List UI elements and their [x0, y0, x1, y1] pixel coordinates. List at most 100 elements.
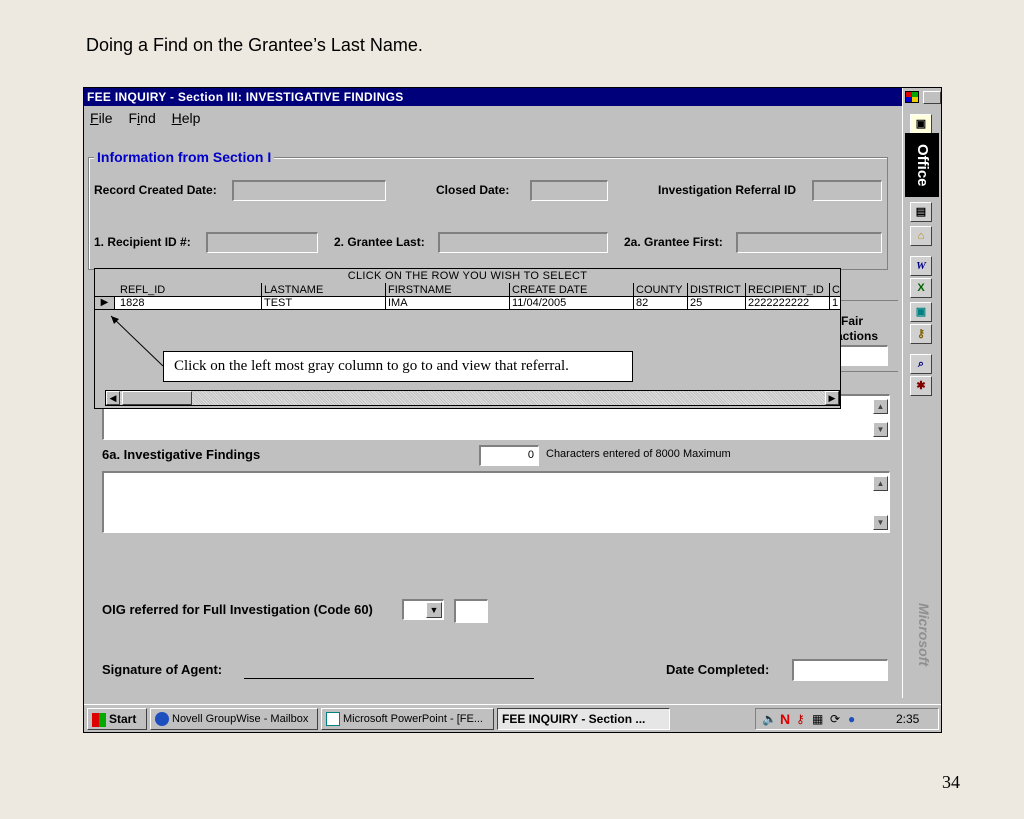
actions-partial-label: actions: [836, 329, 879, 343]
recipient-id-field[interactable]: [206, 232, 318, 253]
grantee-first-field[interactable]: [736, 232, 882, 253]
group-divider: [841, 300, 898, 301]
grantee-last-field[interactable]: [438, 232, 608, 253]
callout-note: Click on the left most gray column to go…: [163, 351, 633, 382]
speaker-icon[interactable]: 🔈: [762, 709, 777, 729]
app-screen: FEE INQUIRY - Section III: INVESTIGATIVE…: [83, 87, 942, 733]
grantee-last-label: 2. Grantee Last:: [334, 235, 425, 249]
microsoft-brand-label: Microsoft: [916, 603, 932, 666]
menu-help[interactable]: Help: [172, 110, 201, 126]
fair-actions-field[interactable]: [834, 345, 888, 366]
char-count: 0: [527, 449, 534, 461]
fair-partial-label: Fair: [841, 314, 864, 328]
grid-divider: [829, 283, 830, 310]
bar-options-icon[interactable]: [923, 91, 941, 104]
findings-textarea[interactable]: ▲ ▼: [102, 471, 890, 533]
new-document-icon[interactable]: ▤: [910, 202, 932, 222]
oig-code-field[interactable]: [454, 599, 488, 623]
cell-c: 1: [832, 297, 839, 309]
slide-title: Doing a Find on the Grantee’s Last Name.: [86, 35, 423, 55]
clock[interactable]: 2:35 PM: [896, 709, 938, 732]
menu-file[interactable]: File: [90, 110, 113, 126]
key-icon[interactable]: ⚷: [910, 324, 932, 344]
recipient-id-label: 1. Recipient ID #:: [94, 235, 191, 249]
oig-dropdown[interactable]: ▼: [402, 599, 444, 620]
referral-id-label: Investigation Referral ID: [658, 183, 797, 197]
novell-icon[interactable]: N: [780, 709, 790, 729]
grid-header-lastname: LASTNAME: [264, 284, 324, 296]
grid-divider: [633, 283, 634, 310]
char-count-field: 0: [479, 445, 539, 466]
office-bar-icon[interactable]: ▣: [910, 114, 932, 134]
task-fee-inquiry[interactable]: FEE INQUIRY - Section ...: [497, 708, 670, 730]
grid-horizontal-scrollbar[interactable]: ◀ ▶: [105, 390, 840, 406]
cell-create-date: 11/04/2005: [512, 297, 567, 309]
grid-header-create-date: CREATE DATE: [512, 284, 588, 296]
closed-date-label: Closed Date:: [436, 183, 510, 197]
signature-label: Signature of Agent:: [102, 662, 223, 677]
signature-line[interactable]: [244, 678, 534, 679]
word-icon[interactable]: W: [910, 256, 932, 276]
callout-arrow-icon: [110, 315, 164, 367]
group-divider-2: [841, 371, 898, 372]
tools-icon[interactable]: ✱: [910, 376, 932, 396]
system-tray: 🔈 N ⚷ ▦ ⟳ ● 2:35 PM: [755, 708, 939, 730]
task-powerpoint[interactable]: Microsoft PowerPoint - [FE...: [321, 708, 494, 730]
security-key-icon[interactable]: ⚷: [796, 709, 805, 729]
closed-date-field[interactable]: [530, 180, 608, 201]
task-label: Novell GroupWise - Mailbox: [172, 713, 309, 725]
sync-icon[interactable]: ⟳: [830, 709, 840, 729]
scroll-thumb[interactable]: [122, 391, 192, 405]
grantee-first-label: 2a. Grantee First:: [624, 235, 723, 249]
grid-caption: CLICK ON THE ROW YOU WISH TO SELECT: [347, 270, 588, 282]
record-created-field[interactable]: [232, 180, 386, 201]
open-folder-icon[interactable]: ⌂: [910, 226, 932, 246]
referral-id-field[interactable]: [812, 180, 882, 201]
globe-icon[interactable]: ●: [848, 709, 855, 729]
row-selector-arrow-icon[interactable]: ▶: [95, 297, 115, 309]
office-logo-icon: [905, 91, 919, 103]
network-icon[interactable]: ▦: [812, 709, 823, 729]
windows-logo-icon: [92, 712, 106, 727]
cell-recipient-id: 2222222222: [748, 297, 810, 309]
grid-divider: [745, 283, 746, 310]
record-created-label: Record Created Date:: [94, 183, 217, 197]
grid-divider: [509, 283, 510, 310]
chevron-down-icon[interactable]: ▼: [426, 602, 442, 618]
cell-county: 82: [636, 297, 649, 309]
char-limit-note: Characters entered of 8000 Maximum: [546, 448, 731, 460]
scroll-up-icon[interactable]: ▲: [873, 476, 888, 491]
oig-label: OIG referred for Full Investigation (Cod…: [102, 602, 373, 617]
scroll-left-icon[interactable]: ◀: [106, 391, 120, 405]
table-row[interactable]: ▶ 1828 TEST IMA 11/04/2005 82 25 2222222…: [95, 296, 840, 310]
date-completed-label: Date Completed:: [666, 662, 770, 677]
grid-divider: [261, 283, 262, 310]
grid-header-recipient-id: RECIPIENT_ID: [748, 284, 824, 296]
grid-divider: [114, 296, 115, 310]
scroll-down-icon[interactable]: ▼: [873, 422, 888, 437]
grid-header-district: DISTRICT: [690, 284, 741, 296]
find-icon[interactable]: ⌕: [910, 354, 932, 374]
cell-firstname: IMA: [388, 297, 408, 309]
date-completed-field[interactable]: [792, 659, 888, 681]
office-label: Office: [905, 133, 939, 197]
window-title: FEE INQUIRY - Section III: INVESTIGATIVE…: [84, 88, 902, 106]
cell-district: 25: [690, 297, 703, 309]
menu-find[interactable]: Find: [128, 110, 155, 126]
grid-header-refl-id: REFL_ID: [120, 284, 166, 296]
scroll-down-icon[interactable]: ▼: [873, 515, 888, 530]
section1-group: [88, 157, 888, 270]
cell-lastname: TEST: [264, 297, 293, 309]
results-grid: CLICK ON THE ROW YOU WISH TO SELECT REFL…: [94, 268, 841, 409]
schedule-icon[interactable]: ▣: [910, 302, 932, 322]
scroll-up-icon[interactable]: ▲: [873, 399, 888, 414]
cell-refl-id: 1828: [120, 297, 145, 309]
findings-label: 6a. Investigative Findings: [102, 447, 261, 462]
grid-divider: [385, 283, 386, 310]
start-button[interactable]: Start: [87, 708, 147, 730]
scroll-right-icon[interactable]: ▶: [825, 391, 839, 405]
excel-icon[interactable]: X: [910, 278, 932, 298]
taskbar: Start Novell GroupWise - Mailbox Microso…: [84, 704, 941, 732]
task-groupwise[interactable]: Novell GroupWise - Mailbox: [150, 708, 318, 730]
task-label: FEE INQUIRY - Section ...: [502, 712, 646, 726]
